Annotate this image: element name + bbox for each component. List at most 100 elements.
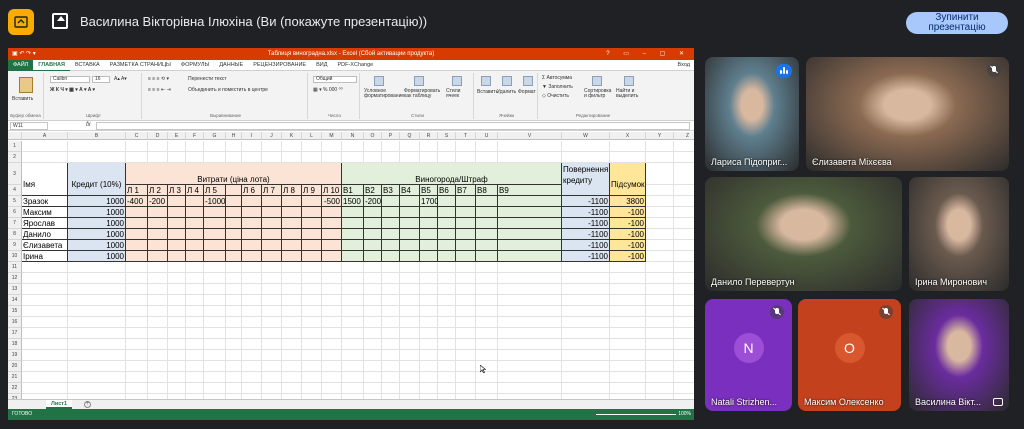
grid-cell[interactable] [168,295,186,306]
grid-cell[interactable] [646,295,674,306]
lot-cell[interactable] [302,207,322,218]
header-credit[interactable]: Кредит (10%) [68,163,126,196]
grid-cell[interactable] [204,152,226,163]
grid-cell[interactable] [322,306,342,317]
b-cell[interactable] [400,240,420,251]
column-header[interactable]: K [282,132,302,140]
grid-cell[interactable] [562,350,610,361]
grid-cell[interactable] [476,284,498,295]
grid-cell[interactable] [476,328,498,339]
return-cell[interactable]: -1100 [562,218,610,229]
row-header[interactable]: 10 [8,251,22,262]
grid-cell[interactable] [420,273,438,284]
b-cell[interactable] [364,229,382,240]
grid-cell[interactable] [22,339,68,350]
lot-header[interactable]: Л 8 [282,185,302,196]
grid-cell[interactable] [68,350,126,361]
grid-cell[interactable] [610,273,646,284]
lot-cell[interactable] [242,240,262,251]
grid-cell[interactable] [148,383,168,394]
grid-cell[interactable] [126,306,148,317]
grid-cell[interactable] [610,306,646,317]
align-horizontal-icons[interactable]: ≡ ≡ ≡ ⇤ ⇥ [148,87,171,93]
stop-presenting-button[interactable]: Зупинити презентацію [906,12,1008,34]
grid-cell[interactable] [322,295,342,306]
grid-cell[interactable] [204,284,226,295]
participant-tile[interactable]: Лариса Підоприг... [705,57,799,171]
grid-cell[interactable] [646,350,674,361]
b-cell[interactable] [438,229,456,240]
column-header[interactable]: E [168,132,186,140]
grid-cell[interactable] [22,273,68,284]
b-cell[interactable] [456,218,476,229]
grid-cell[interactable] [382,339,400,350]
lot-cell[interactable] [148,218,168,229]
b-header[interactable]: B7 [456,185,476,196]
grid-cell[interactable] [168,328,186,339]
name-cell[interactable]: Зразок [22,196,68,207]
grid-cell[interactable] [400,350,420,361]
grid-cell[interactable] [476,273,498,284]
lot-cell[interactable] [282,251,302,262]
grid-cell[interactable] [148,284,168,295]
grid-cell[interactable] [382,372,400,383]
grid-cell[interactable] [22,295,68,306]
grid-cell[interactable] [282,361,302,372]
row-header[interactable]: 15 [8,306,22,317]
grid-cell[interactable] [562,361,610,372]
format-table-button[interactable]: Форматировать как таблицу [404,89,440,99]
grid-cell[interactable] [226,361,242,372]
column-header[interactable]: B [68,132,126,140]
lot-header[interactable]: Л 9 [302,185,322,196]
grid-cell[interactable] [610,317,646,328]
tab-8[interactable]: PDF-XChange [332,60,378,71]
grid-cell[interactable] [400,372,420,383]
grid-cell[interactable] [364,328,382,339]
grid-cell[interactable] [126,383,148,394]
cell-styles-button[interactable]: Стили ячеек [446,89,470,99]
lot-cell[interactable] [322,240,342,251]
b-cell[interactable] [498,207,562,218]
grid-cell[interactable] [364,361,382,372]
lot-cell[interactable] [168,196,186,207]
grid-cell[interactable] [562,306,610,317]
column-header[interactable]: V [498,132,562,140]
lot-cell[interactable] [186,207,204,218]
select-all-corner[interactable] [8,132,22,140]
grid-cell[interactable] [674,383,694,394]
lot-cell[interactable] [186,240,204,251]
b-cell[interactable] [400,218,420,229]
grid-cell[interactable] [204,361,226,372]
delete-cells-button[interactable]: Удалить [497,89,516,95]
lot-cell[interactable] [226,207,242,218]
lot-cell[interactable] [302,218,322,229]
lot-cell[interactable] [322,251,342,262]
grid-cell[interactable] [646,141,674,152]
grid-cell[interactable] [420,361,438,372]
return-cell[interactable]: -1100 [562,251,610,262]
grid-cell[interactable] [22,262,68,273]
column-header[interactable]: T [456,132,476,140]
grid-cell[interactable] [204,262,226,273]
lot-cell[interactable] [302,240,322,251]
name-cell[interactable]: Ярослав [22,218,68,229]
zoom-level[interactable]: 100% [678,409,691,420]
lot-cell[interactable] [282,207,302,218]
grid-cell[interactable] [342,273,364,284]
grid-cell[interactable] [322,262,342,273]
grid-cell[interactable] [364,339,382,350]
grid-cell[interactable] [674,295,694,306]
column-header[interactable]: J [262,132,282,140]
name-cell[interactable]: Максим [22,207,68,218]
row-header[interactable]: 22 [8,383,22,394]
b-header[interactable]: B2 [364,185,382,196]
grid-cell[interactable] [674,339,694,350]
b-cell[interactable] [498,251,562,262]
b-cell[interactable] [342,229,364,240]
grid-cell[interactable] [342,383,364,394]
grid-cell[interactable] [242,273,262,284]
lot-cell[interactable] [126,251,148,262]
column-header[interactable]: Q [400,132,420,140]
grid-cell[interactable] [674,185,694,196]
grid-cell[interactable] [342,306,364,317]
